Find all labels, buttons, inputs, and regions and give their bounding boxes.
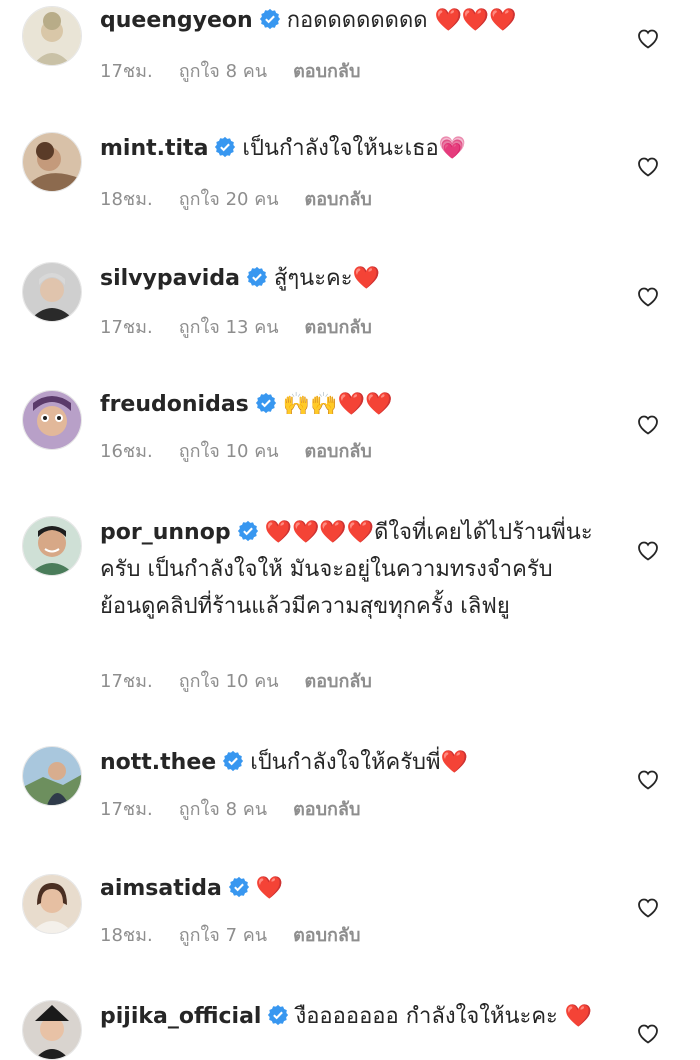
username-link[interactable]: pijika_official <box>100 1004 261 1029</box>
username-link[interactable]: nott.thee <box>100 750 216 775</box>
reply-button[interactable]: ตอบกลับ <box>305 184 372 213</box>
like-count[interactable]: ถูกใจ 10 คน <box>179 666 279 695</box>
verified-badge-icon <box>255 392 277 414</box>
comment-text-block: mint.tita เป็นกำลังใจให้นะเธอ💗 <box>100 130 600 167</box>
comment-text-block: silvypavida สู้ๆนะคะ❤️ <box>100 260 600 297</box>
reply-button[interactable]: ตอบกลับ <box>293 920 360 949</box>
verified-badge-icon <box>237 520 259 542</box>
username-link[interactable]: freudonidas <box>100 392 249 417</box>
comment-meta: 17ชม. ถูกใจ 10 คน ตอบกลับ <box>100 666 398 695</box>
heart-outline-icon[interactable] <box>636 413 660 435</box>
comment-text: ❤️ <box>255 876 284 901</box>
heart-outline-icon[interactable] <box>636 896 660 918</box>
heart-outline-icon[interactable] <box>636 768 660 790</box>
heart-outline-icon[interactable] <box>636 1022 660 1044</box>
comment-text-block: queengyeon กอดดดดดดดด ❤️❤️❤️ <box>100 2 600 39</box>
like-count[interactable]: ถูกใจ 10 คน <box>179 436 279 465</box>
avatar[interactable] <box>22 132 82 192</box>
comment-text: กอดดดดดดดด ❤️❤️❤️ <box>286 8 517 33</box>
comment-text: สู้ๆนะคะ❤️ <box>273 266 380 291</box>
heart-outline-icon[interactable] <box>636 285 660 307</box>
comment-meta: 17ชม. ถูกใจ 8 คน ตอบกลับ <box>100 794 386 823</box>
like-count[interactable]: ถูกใจ 7 คน <box>179 920 267 949</box>
avatar[interactable] <box>22 874 82 934</box>
comment-meta: 18ชม. ถูกใจ 20 คน ตอบกลับ <box>100 184 398 213</box>
avatar[interactable] <box>22 390 82 450</box>
comment-text-block: nott.thee เป็นกำลังใจให้ครับพี่❤️ <box>100 744 600 781</box>
username-link[interactable]: aimsatida <box>100 876 222 901</box>
heart-outline-icon[interactable] <box>636 27 660 49</box>
comment-text-block: por_unnop ❤️❤️❤️❤️ดีใจที่เคยได้ไปร้านพี่น… <box>100 514 600 625</box>
comment-text-block: pijika_official งือออออออ กำลังใจให้นะคะ … <box>100 998 600 1035</box>
verified-badge-icon <box>222 750 244 772</box>
comment-time: 17ชม. <box>100 799 153 820</box>
verified-badge-icon <box>259 8 281 30</box>
comment-time: 16ชม. <box>100 441 153 462</box>
comment-text-block: aimsatida ❤️ <box>100 870 600 907</box>
comment-meta: 18ชม. ถูกใจ 7 คน ตอบกลับ <box>100 920 386 949</box>
like-count[interactable]: ถูกใจ 8 คน <box>179 56 267 85</box>
comment-text: 🙌🙌❤️❤️ <box>282 392 393 417</box>
reply-button[interactable]: ตอบกลับ <box>305 312 372 341</box>
avatar[interactable] <box>22 746 82 806</box>
like-count[interactable]: ถูกใจ 20 คน <box>179 184 279 213</box>
verified-badge-icon <box>246 266 268 288</box>
like-count[interactable]: ถูกใจ 8 คน <box>179 794 267 823</box>
reply-button[interactable]: ตอบกลับ <box>293 56 360 85</box>
comment-text-block: freudonidas 🙌🙌❤️❤️ <box>100 386 600 423</box>
reply-button[interactable]: ตอบกลับ <box>305 666 372 695</box>
verified-badge-icon <box>214 136 236 158</box>
comment-time: 17ชม. <box>100 61 153 82</box>
comment-time: 18ชม. <box>100 189 153 210</box>
comment-text: เป็นกำลังใจให้ครับพี่❤️ <box>250 750 468 775</box>
avatar[interactable] <box>22 262 82 322</box>
username-link[interactable]: silvypavida <box>100 266 240 291</box>
reply-button[interactable]: ตอบกลับ <box>293 794 360 823</box>
comment-meta: 17ชม. ถูกใจ 8 คน ตอบกลับ <box>100 56 386 85</box>
like-count[interactable]: ถูกใจ 13 คน <box>179 312 279 341</box>
heart-outline-icon[interactable] <box>636 155 660 177</box>
heart-outline-icon[interactable] <box>636 539 660 561</box>
comment-time: 17ชม. <box>100 317 153 338</box>
username-link[interactable]: queengyeon <box>100 8 253 33</box>
verified-badge-icon <box>228 876 250 898</box>
comment-time: 18ชม. <box>100 925 153 946</box>
avatar[interactable] <box>22 516 82 576</box>
reply-button[interactable]: ตอบกลับ <box>305 436 372 465</box>
avatar[interactable] <box>22 1000 82 1060</box>
username-link[interactable]: por_unnop <box>100 520 231 545</box>
comment-text: เป็นกำลังใจให้นะเธอ💗 <box>242 136 467 161</box>
username-link[interactable]: mint.tita <box>100 136 208 161</box>
comment-time: 17ชม. <box>100 671 153 692</box>
comment-text: งือออออออ กำลังใจให้นะคะ ❤️ <box>295 1004 593 1029</box>
comment-meta: 17ชม. ถูกใจ 13 คน ตอบกลับ <box>100 312 398 341</box>
verified-badge-icon <box>267 1004 289 1026</box>
avatar[interactable] <box>22 6 82 66</box>
comment-meta: 16ชม. ถูกใจ 10 คน ตอบกลับ <box>100 436 398 465</box>
